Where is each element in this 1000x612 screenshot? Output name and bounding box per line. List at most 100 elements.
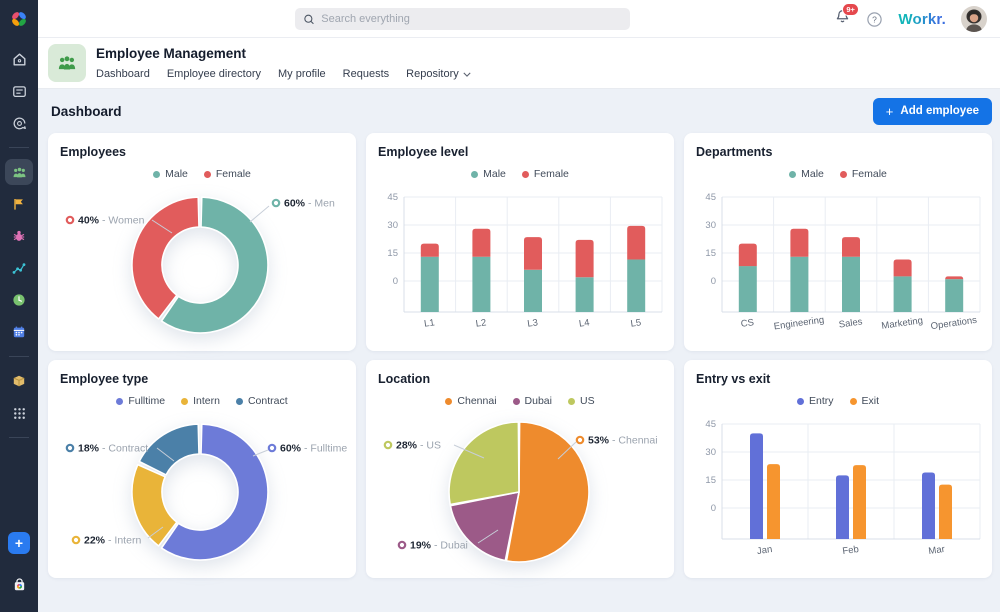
legend-label: Female (852, 168, 887, 180)
tab-my-profile[interactable]: My profile (278, 68, 326, 80)
add-employee-button[interactable]: + Add employee (873, 98, 992, 125)
svg-text:53%- Chennai: 53%- Chennai (588, 435, 658, 447)
sidebar-item-board[interactable] (5, 78, 33, 104)
avatar[interactable] (961, 6, 987, 32)
card-title: Entry vs exit (696, 372, 770, 386)
sidebar-item-chat[interactable] (5, 110, 33, 136)
flag-icon (11, 196, 27, 212)
card-title: Departments (696, 145, 772, 159)
chart-legend: Chennai Dubai US (366, 395, 674, 407)
add-icon[interactable]: + (8, 532, 30, 554)
tab-requests[interactable]: Requests (343, 68, 389, 80)
sidebar-item-marketplace[interactable] (5, 571, 33, 597)
legend-item[interactable]: Dubai (513, 395, 552, 407)
legend-item[interactable]: Exit (850, 395, 880, 407)
app-tabs: Dashboard Employee directory My profile … (96, 68, 471, 80)
legend-item[interactable]: Female (840, 168, 887, 180)
legend-label: US (580, 395, 595, 407)
notifications-button[interactable]: 9+ (834, 8, 851, 30)
svg-text:15: 15 (705, 475, 716, 486)
legend-label: Intern (193, 395, 220, 407)
tab-dashboard[interactable]: Dashboard (96, 68, 150, 80)
svg-text:28%- US: 28%- US (396, 440, 441, 452)
legend-item[interactable]: Fulltime (116, 395, 165, 407)
card-title: Employee level (378, 145, 468, 159)
app-header: Employee Management Dashboard Employee d… (38, 38, 1000, 89)
sidebar-item-time[interactable] (5, 287, 33, 313)
svg-text:L4: L4 (578, 317, 590, 329)
plus-icon: + (886, 105, 894, 118)
sidebar-item-assets[interactable] (5, 368, 33, 394)
sidebar-divider (9, 356, 29, 357)
svg-text:0: 0 (711, 276, 716, 287)
svg-text:40%- Women: 40%- Women (78, 215, 145, 227)
legend-item[interactable]: Intern (181, 395, 220, 407)
legend-label: Dubai (525, 395, 552, 407)
legend-label: Male (801, 168, 824, 180)
employees-donut-chart: 60%- Men40%- Women (60, 185, 344, 347)
workr-logo-icon[interactable] (7, 7, 31, 31)
calendar-icon (11, 324, 27, 340)
chevron-down-icon (463, 72, 471, 77)
legend-dot (840, 171, 847, 178)
clock-icon (11, 292, 27, 308)
user-photo-icon (961, 6, 987, 32)
chart-legend: Male Female (366, 168, 674, 180)
legend-item[interactable]: Male (789, 168, 824, 180)
legend-item[interactable]: US (568, 395, 595, 407)
tab-repository[interactable]: Repository (406, 68, 471, 80)
card-title: Employees (60, 145, 126, 159)
sidebar-divider (9, 147, 29, 148)
legend-label: Female (534, 168, 569, 180)
team-icon (56, 52, 78, 74)
legend-dot (153, 171, 160, 178)
legend-item[interactable]: Contract (236, 395, 288, 407)
legend-label: Fulltime (128, 395, 165, 407)
legend-dot (204, 171, 211, 178)
sidebar-item-goals[interactable] (5, 191, 33, 217)
svg-text:L1: L1 (423, 317, 435, 329)
trend-icon (11, 260, 27, 276)
sidebar-item-analytics[interactable] (5, 255, 33, 281)
entry-vs-exit-bar-chart: 4530150JanFebMar (696, 412, 980, 574)
svg-text:Engineering: Engineering (773, 315, 825, 333)
global-search[interactable] (295, 8, 630, 30)
legend-item[interactable]: Female (204, 168, 251, 180)
svg-text:19%- Dubai: 19%- Dubai (410, 540, 468, 552)
legend-item[interactable]: Chennai (445, 395, 496, 407)
sidebar-item-issues[interactable] (5, 223, 33, 249)
legend-label: Male (165, 168, 188, 180)
legend-item[interactable]: Male (471, 168, 506, 180)
tab-employee-directory[interactable]: Employee directory (167, 68, 261, 80)
dashboard-grid: Employees MaleFemale 60%- Men40%- Women … (38, 133, 1000, 578)
svg-text:CS: CS (740, 317, 755, 330)
legend-dot (797, 398, 804, 405)
search-input[interactable] (321, 13, 622, 25)
sidebar-item-home[interactable] (5, 46, 33, 72)
search-icon (303, 13, 315, 26)
page-head: Dashboard + Add employee (38, 89, 1000, 133)
card-employee-level: Employee level Male Female 4530150L1L2L3L… (366, 133, 674, 351)
legend-item[interactable]: Female (522, 168, 569, 180)
legend-dot (568, 398, 575, 405)
legend-label: Male (483, 168, 506, 180)
app-title: Employee Management (96, 46, 471, 61)
notification-badge: 9+ (842, 3, 860, 16)
apps-grid-icon (12, 406, 27, 421)
legend-item[interactable]: Entry (797, 395, 834, 407)
brand-wordmark: Workr. (898, 11, 946, 28)
legend-dot (789, 171, 796, 178)
legend-label: Female (216, 168, 251, 180)
employee-management-app-icon (48, 44, 86, 82)
legend-item[interactable]: Male (153, 168, 188, 180)
sidebar-item-employees[interactable] (5, 159, 33, 185)
sidebar-item-apps[interactable] (5, 400, 33, 426)
help-button[interactable]: ? (866, 11, 883, 28)
employee-level-bar-chart: 4530150L1L2L3L4L5 (378, 185, 662, 347)
svg-text:0: 0 (711, 503, 716, 514)
svg-text:60%- Fulltime: 60%- Fulltime (280, 443, 347, 455)
topbar: 9+ ? Workr. (38, 0, 1000, 38)
card-title: Location (378, 372, 430, 386)
sidebar-item-calendar[interactable] (5, 319, 33, 345)
svg-text:Sales: Sales (838, 316, 863, 330)
